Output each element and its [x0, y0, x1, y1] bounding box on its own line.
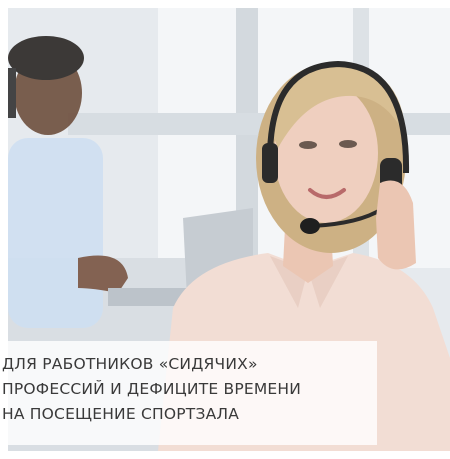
- headset-left-cup: [262, 143, 278, 183]
- headset-mic: [300, 218, 320, 234]
- caption-line-2: ПРОФЕССИЙ И ДЕФИЦИТЕ ВРЕМЕНИ: [2, 380, 302, 398]
- caption-line-3: НА ПОСЕЩЕНИЕ СПОРТЗАЛА: [2, 405, 240, 423]
- image-frame: ДЛЯ РАБОТНИКОВ «СИДЯЧИХ» ПРОФЕССИЙ И ДЕФ…: [0, 0, 450, 459]
- caption-box: ДЛЯ РАБОТНИКОВ «СИДЯЧИХ» ПРОФЕССИЙ И ДЕФ…: [0, 341, 377, 445]
- caption-line-1: ДЛЯ РАБОТНИКОВ «СИДЯЧИХ»: [2, 355, 258, 373]
- right-eye: [339, 140, 357, 148]
- left-eye: [299, 141, 317, 149]
